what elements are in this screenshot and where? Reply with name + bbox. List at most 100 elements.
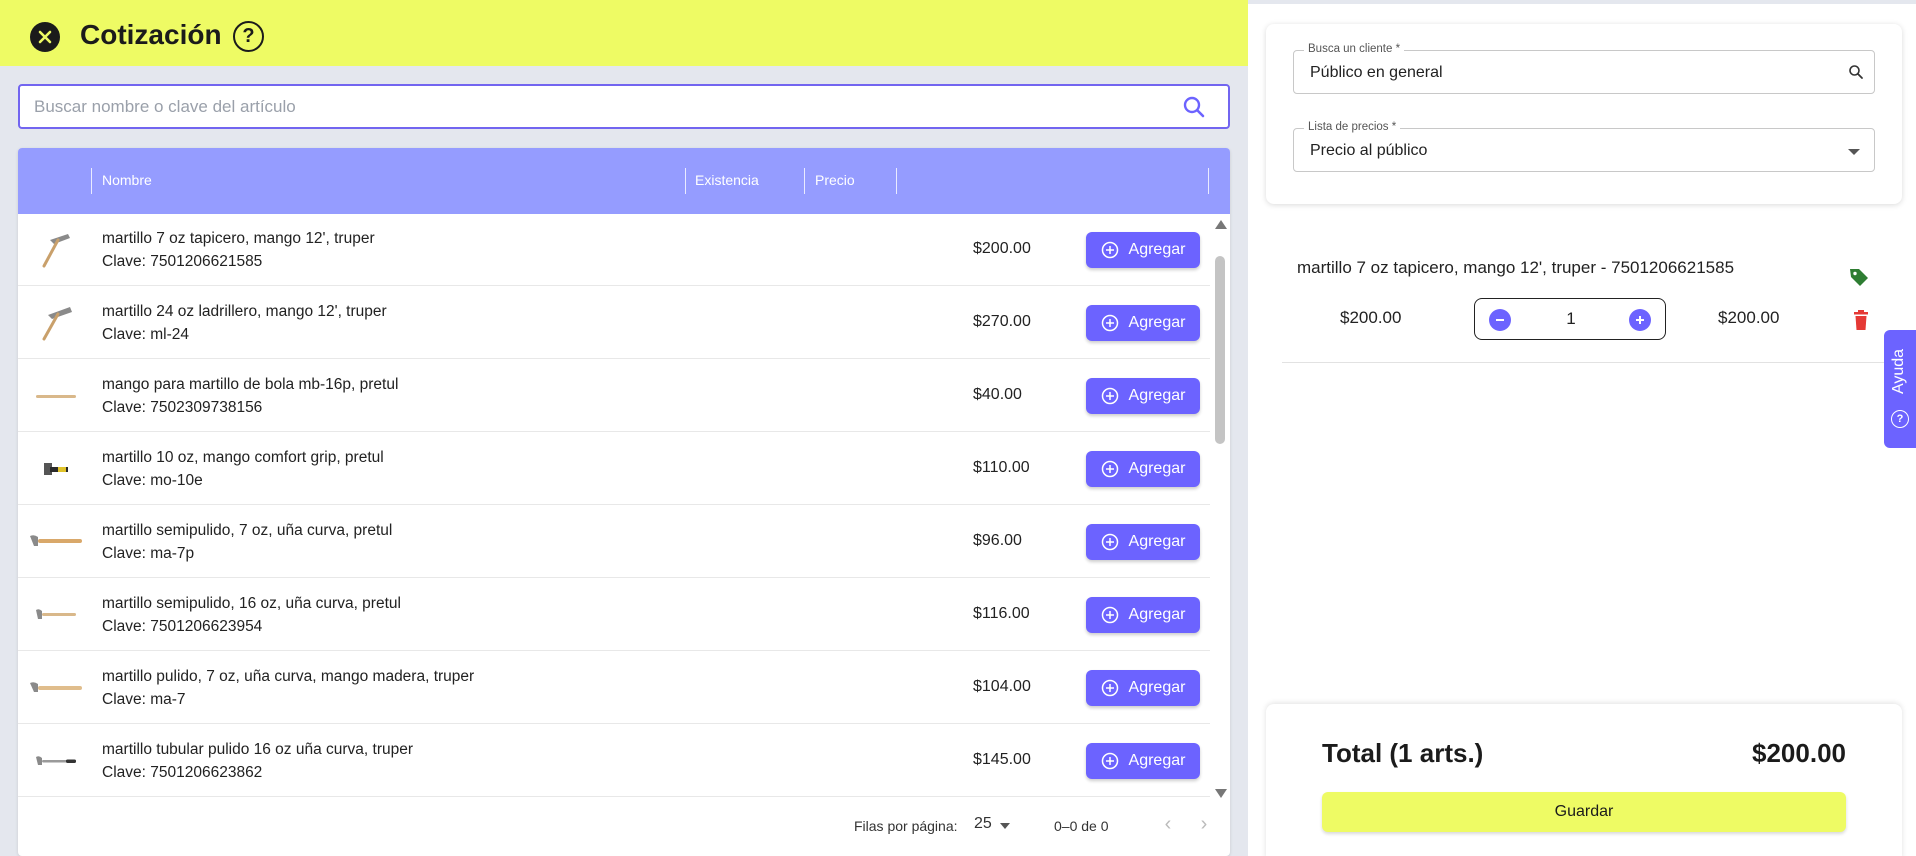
column-header-nombre[interactable]: Nombre (102, 172, 152, 188)
add-circle-icon (1101, 752, 1118, 770)
price-list-value[interactable]: Precio al público (1310, 142, 1427, 160)
product-code: Clave: ml-24 (102, 326, 189, 343)
chevron-left-icon: ‹ (1164, 813, 1172, 835)
add-button-label: Agregar (1128, 679, 1186, 696)
add-circle-icon (1101, 460, 1118, 478)
product-price: $270.00 (973, 313, 1031, 330)
add-button[interactable]: Agregar (1086, 378, 1200, 414)
add-button-label: Agregar (1128, 752, 1186, 769)
table-row: martillo 24 oz ladrillero, mango 12', tr… (18, 287, 1210, 359)
save-button[interactable]: Guardar (1322, 792, 1846, 832)
add-button-label: Agregar (1128, 241, 1186, 258)
client-search-field[interactable]: Busca un cliente * Público en general (1293, 43, 1875, 94)
product-name: martillo 24 oz ladrillero, mango 12', tr… (102, 303, 387, 320)
quote-form: Busca un cliente * Público en general Li… (1266, 24, 1902, 204)
pagination: Filas por página: 25 0–0 de 0 ‹ › (18, 798, 1230, 856)
product-code: Clave: 7501206621585 (102, 253, 263, 270)
hammer-small-icon (44, 463, 68, 475)
add-button[interactable]: Agregar (1086, 232, 1200, 268)
add-button-label: Agregar (1128, 387, 1186, 404)
table-scrollbar[interactable] (1212, 218, 1228, 798)
product-price: $200.00 (973, 240, 1031, 257)
handle-icon (36, 395, 76, 398)
column-header-existencia[interactable]: Existencia (695, 172, 759, 188)
product-name: martillo semipulido, 7 oz, uña curva, pr… (102, 522, 393, 539)
product-name: martillo 10 oz, mango comfort grip, pret… (102, 449, 384, 466)
column-separator[interactable] (804, 168, 805, 194)
column-separator[interactable] (896, 168, 897, 194)
column-header-precio[interactable]: Precio (815, 172, 855, 188)
column-separator[interactable] (1208, 168, 1209, 194)
help-button[interactable]: ? (233, 21, 264, 52)
add-circle-icon (1101, 679, 1118, 697)
product-name: martillo 7 oz tapicero, mango 12', trupe… (102, 230, 375, 247)
add-button[interactable]: Agregar (1086, 524, 1200, 560)
summary-card: Total (1 arts.) $200.00 Guardar (1266, 704, 1902, 856)
header-bar: Cotización ? (0, 0, 1248, 66)
search-icon[interactable] (1182, 95, 1206, 119)
close-icon (38, 30, 52, 44)
caret-down-icon[interactable] (1848, 149, 1860, 155)
cart-item-unit-price: $200.00 (1340, 308, 1402, 327)
rows-per-page-label: Filas por página: (854, 818, 958, 834)
add-button[interactable]: Agregar (1086, 597, 1200, 633)
search-icon[interactable] (1848, 64, 1864, 80)
product-price: $116.00 (973, 605, 1030, 622)
column-separator[interactable] (685, 168, 686, 194)
divider (1282, 362, 1902, 363)
hammer-pick-icon (42, 307, 72, 341)
product-price: $40.00 (973, 386, 1022, 403)
page-title: Cotización (80, 19, 222, 50)
price-list-select[interactable]: Lista de precios * Precio al público (1293, 121, 1875, 172)
scroll-down-icon[interactable] (1215, 789, 1227, 798)
table-header: Nombre Existencia Precio (18, 148, 1230, 214)
product-price: $110.00 (973, 459, 1030, 476)
claw-hammer-icon (30, 535, 82, 546)
add-button-label: Agregar (1128, 460, 1186, 477)
products-table: Nombre Existencia Precio martillo 7 oz t… (18, 148, 1230, 856)
add-circle-icon (1101, 387, 1118, 405)
add-circle-icon (1101, 533, 1118, 551)
product-search-input[interactable] (34, 86, 1154, 127)
hammer-pick-icon (42, 234, 70, 268)
client-search-label: Busca un cliente * (1304, 43, 1405, 55)
caret-down-icon[interactable] (1000, 823, 1010, 829)
scroll-up-icon[interactable] (1215, 220, 1227, 229)
product-code: Clave: 7502309738156 (102, 399, 263, 416)
price-list-label: Lista de precios * (1304, 121, 1401, 133)
rows-per-page-select[interactable]: 25 (974, 815, 992, 833)
product-code: Clave: ma-7 (102, 691, 186, 708)
tubular-hammer-icon (36, 756, 76, 765)
help-tab[interactable]: Ayuda ? (1884, 330, 1916, 448)
add-circle-icon (1101, 314, 1118, 332)
add-button[interactable]: Agregar (1086, 451, 1200, 487)
increase-quantity-button[interactable] (1629, 309, 1651, 331)
tag-icon[interactable] (1848, 266, 1870, 288)
prev-page-button[interactable]: ‹ (1158, 814, 1178, 834)
table-row: martillo 7 oz tapicero, mango 12', trupe… (18, 214, 1210, 286)
product-name: martillo pulido, 7 oz, uña curva, mango … (102, 668, 475, 685)
table-row: martillo tubular pulido 16 oz uña curva,… (18, 725, 1210, 797)
chevron-right-icon: › (1200, 813, 1208, 835)
add-button[interactable]: Agregar (1086, 305, 1200, 341)
close-button[interactable] (30, 22, 60, 52)
add-button[interactable]: Agregar (1086, 743, 1200, 779)
add-button[interactable]: Agregar (1086, 670, 1200, 706)
product-code: Clave: ma-7p (102, 545, 195, 562)
scrollbar-thumb[interactable] (1215, 256, 1225, 444)
next-page-button[interactable]: › (1194, 814, 1214, 834)
add-button-label: Agregar (1128, 533, 1186, 550)
client-search-value[interactable]: Público en general (1310, 64, 1443, 82)
total-label: Total (1 arts.) (1322, 738, 1484, 768)
add-button-label: Agregar (1128, 606, 1186, 623)
table-row: martillo semipulido, 16 oz, uña curva, p… (18, 579, 1210, 651)
page-range: 0–0 de 0 (1054, 818, 1109, 834)
column-separator[interactable] (91, 168, 92, 194)
product-code: Clave: 7501206623862 (102, 764, 263, 781)
product-code: Clave: 7501206623954 (102, 618, 263, 635)
trash-icon[interactable] (1852, 309, 1870, 331)
product-pane: Cotización ? Nombre Existencia Precio ma… (0, 0, 1248, 856)
add-button-label: Agregar (1128, 314, 1186, 331)
product-price: $145.00 (973, 751, 1031, 768)
table-row: martillo semipulido, 7 oz, uña curva, pr… (18, 506, 1210, 578)
